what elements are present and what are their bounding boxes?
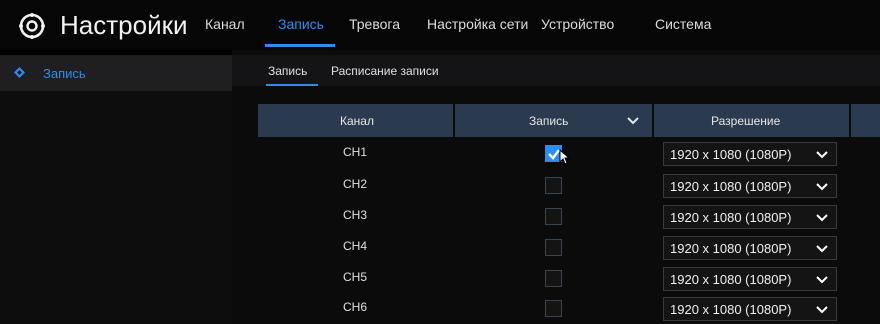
table-row-channel: CH3	[343, 208, 368, 222]
record-checkbox[interactable]	[545, 300, 562, 317]
subtab-record[interactable]: Запись	[268, 64, 307, 78]
table-row-channel: CH2	[343, 177, 368, 191]
record-checkbox[interactable]	[545, 208, 562, 225]
chevron-down-icon	[816, 245, 828, 253]
resolution-select[interactable]: 1920 x 1080 (1080P)	[663, 267, 837, 291]
tab-channel[interactable]: Канал	[205, 16, 245, 32]
tab-network[interactable]: Настройка сети	[427, 16, 528, 32]
chevron-down-icon	[816, 306, 828, 314]
subtab-bar: Запись Расписание записи	[232, 55, 880, 86]
active-tab-indicator	[265, 44, 335, 47]
diamond-icon	[14, 67, 25, 78]
header-record-label: Запись	[529, 114, 569, 128]
active-subtab-indicator	[266, 84, 318, 86]
header-channel-label: Канал	[340, 114, 374, 128]
sidebar-item-label: Запись	[43, 66, 86, 81]
chevron-down-icon	[816, 151, 828, 159]
chevron-down-icon	[816, 183, 828, 191]
table-row-channel: CH1	[343, 145, 368, 159]
column-header-resolution: Разрешение	[654, 104, 849, 137]
resolution-select[interactable]: 1920 x 1080 (1080P)	[663, 236, 837, 260]
resolution-select[interactable]: 1920 x 1080 (1080P)	[663, 174, 837, 198]
mouse-cursor-icon	[559, 149, 571, 165]
gear-icon	[19, 13, 45, 39]
chevron-down-icon[interactable]	[627, 117, 639, 125]
resolution-select[interactable]: 1920 x 1080 (1080P)	[663, 297, 837, 321]
resolution-value: 1920 x 1080 (1080P)	[670, 272, 792, 287]
subtab-schedule[interactable]: Расписание записи	[331, 64, 439, 78]
record-checkbox[interactable]	[545, 177, 562, 194]
top-bar: Настройки Канал Запись Тревога Настройка…	[0, 0, 880, 50]
page-title: Настройки	[60, 10, 188, 40]
record-checkbox[interactable]	[545, 270, 562, 287]
tab-alarm[interactable]: Тревога	[349, 16, 400, 32]
sidebar-item-record[interactable]: Запись	[0, 55, 232, 91]
table-row-channel: CH6	[343, 300, 368, 314]
resolution-select[interactable]: 1920 x 1080 (1080P)	[663, 142, 837, 166]
tab-device[interactable]: Устройство	[541, 16, 614, 32]
resolution-value: 1920 x 1080 (1080P)	[670, 179, 792, 194]
sidebar: Запись	[0, 55, 232, 324]
tab-system[interactable]: Система	[655, 16, 711, 32]
resolution-value: 1920 x 1080 (1080P)	[670, 147, 792, 162]
resolution-select[interactable]: 1920 x 1080 (1080P)	[663, 205, 837, 229]
resolution-value: 1920 x 1080 (1080P)	[670, 241, 792, 256]
header-resolution-label: Разрешение	[711, 114, 781, 128]
column-header-channel: Канал	[258, 104, 453, 137]
resolution-value: 1920 x 1080 (1080P)	[670, 302, 792, 317]
record-checkbox[interactable]	[545, 239, 562, 256]
chevron-down-icon	[816, 214, 828, 222]
resolution-value: 1920 x 1080 (1080P)	[670, 210, 792, 225]
column-header-record[interactable]: Запись	[455, 104, 652, 137]
chevron-down-icon	[816, 276, 828, 284]
tab-record[interactable]: Запись	[278, 16, 324, 32]
column-header-extra	[851, 104, 880, 137]
table-row-channel: CH4	[343, 239, 368, 253]
table-row-channel: CH5	[343, 270, 368, 284]
